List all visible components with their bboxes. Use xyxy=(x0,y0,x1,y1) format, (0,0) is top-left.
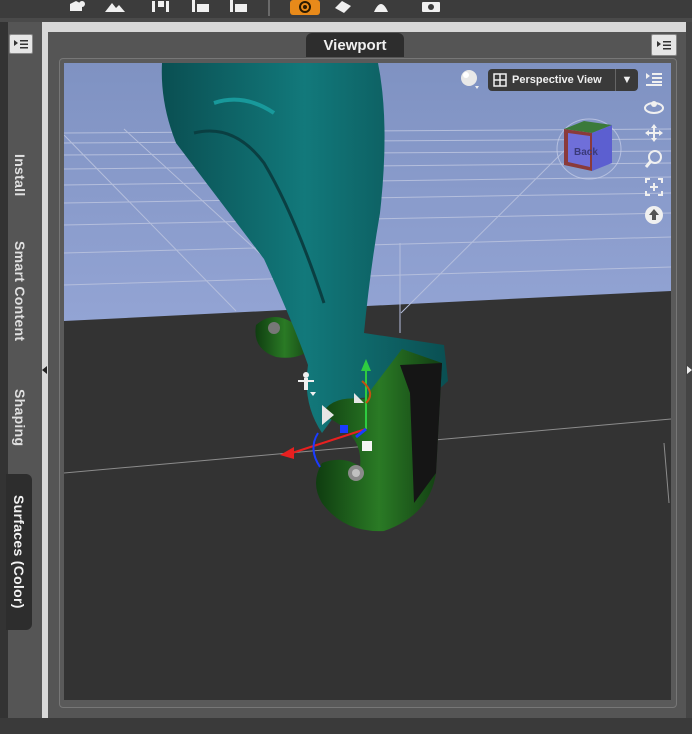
collapse-right-icon[interactable] xyxy=(687,366,692,374)
render-camera-icon[interactable] xyxy=(420,0,442,13)
viewport-options-menu-icon[interactable] xyxy=(645,71,663,87)
view-cube-face-label: Back xyxy=(574,147,598,158)
view-selector-dropdown-icon[interactable]: ▼ xyxy=(615,69,638,91)
figure-tool-icon[interactable] xyxy=(66,0,88,13)
pane-header xyxy=(48,22,692,32)
surface-selection-icon[interactable] xyxy=(332,0,354,13)
panel-menu-icon xyxy=(14,39,28,48)
side-panel-menu-button[interactable] xyxy=(9,34,33,54)
save-scene-icon[interactable] xyxy=(190,0,212,13)
view-cube[interactable]: Back xyxy=(554,115,624,181)
frame-selection-icon[interactable] xyxy=(643,176,665,198)
save-subset-icon[interactable] xyxy=(228,0,250,13)
main-toolbar xyxy=(0,0,692,18)
zoom-camera-icon[interactable] xyxy=(643,148,665,170)
perspective-view-selector[interactable]: Perspective View ▼ xyxy=(488,69,638,91)
tab-surfaces-color[interactable]: Surfaces (Color) xyxy=(6,474,32,630)
viewport-pane-menu-button[interactable] xyxy=(651,34,677,56)
draw-style-sphere-icon[interactable] xyxy=(459,68,481,90)
collapse-left-icon[interactable] xyxy=(42,366,47,374)
panel-menu-icon xyxy=(657,40,671,49)
pose-tool-icon[interactable] xyxy=(150,0,172,13)
view-layout-icon xyxy=(493,73,507,87)
tab-smart-content[interactable]: Smart Content xyxy=(8,226,32,356)
view-selector-label: Perspective View xyxy=(512,74,602,86)
tab-install[interactable]: Install xyxy=(8,140,32,210)
reset-view-icon[interactable] xyxy=(643,204,665,226)
toolbar-separator xyxy=(268,0,270,16)
tab-shaping[interactable]: Shaping xyxy=(8,378,32,458)
terrain-icon[interactable] xyxy=(104,0,126,13)
node-selection-icon[interactable] xyxy=(370,0,392,13)
bottom-status-bar xyxy=(0,718,692,734)
tab-viewport[interactable]: Viewport xyxy=(306,33,404,57)
universal-tool-icon[interactable] xyxy=(290,0,320,15)
pan-camera-icon[interactable] xyxy=(643,122,665,144)
orbit-camera-icon[interactable] xyxy=(643,96,665,118)
